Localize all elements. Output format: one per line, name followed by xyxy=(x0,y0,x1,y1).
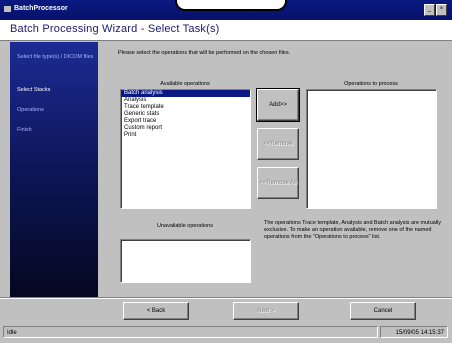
available-operation-item[interactable]: Print xyxy=(121,132,250,139)
available-operation-item[interactable]: Generic stats xyxy=(121,111,250,118)
minimize-button[interactable]: _ xyxy=(424,4,435,16)
remove-all-button[interactable]: <<Remove All xyxy=(257,167,299,199)
wizard-steps-sidebar: Select file type(s) / DICOM files Select… xyxy=(10,42,98,297)
wizard-header: Batch Processing Wizard - Select Task(s) xyxy=(0,20,452,41)
available-operation-item[interactable]: Trace template xyxy=(121,104,250,111)
app-icon[interactable] xyxy=(4,6,11,12)
operations-to-process-label: Operations to process xyxy=(306,81,436,87)
add-button[interactable]: Add>> xyxy=(256,88,300,122)
sidebar-item-finish[interactable]: Finish xyxy=(17,127,32,134)
status-bar: Idle 15/09/05 14:15:37 xyxy=(0,322,452,343)
window-title: BatchProcessor xyxy=(14,5,68,12)
unavailable-operations-label: Unavailable operations xyxy=(120,223,250,229)
sidebar-item-file-types[interactable]: Select file type(s) / DICOM files xyxy=(17,54,95,61)
footer-separator xyxy=(0,297,452,299)
status-timestamp: 15/09/05 14:15:37 xyxy=(380,326,448,338)
available-operation-item[interactable]: Custom report xyxy=(121,125,250,132)
top-tab-decoration xyxy=(175,0,287,11)
instruction-text: Please select the operations that will b… xyxy=(118,50,291,56)
sidebar-item-select-stacks[interactable]: Select Stacks xyxy=(17,87,50,94)
remove-button[interactable]: <<Remove xyxy=(257,128,299,160)
operations-to-process-list[interactable] xyxy=(306,89,437,209)
available-operation-item[interactable]: Analysis xyxy=(121,97,250,104)
close-button[interactable]: × xyxy=(436,4,447,16)
available-operations-label: Available operations xyxy=(120,81,250,87)
unavailable-operations-list[interactable] xyxy=(120,239,251,283)
status-message: Idle xyxy=(3,326,378,338)
next-button[interactable]: Next > xyxy=(233,302,299,320)
available-operation-item[interactable]: Export trace xyxy=(121,118,250,125)
wizard-title: Batch Processing Wizard - Select Task(s) xyxy=(10,23,220,35)
cancel-button[interactable]: Cancel xyxy=(350,302,416,320)
exclusivity-info-text: The operations Trace template, Analysis … xyxy=(264,220,442,240)
sidebar-item-operations[interactable]: Operations xyxy=(17,107,44,114)
available-operations-list[interactable]: Batch analysis Analysis Trace template Gene… xyxy=(120,89,251,209)
available-operation-item[interactable]: Batch analysis xyxy=(121,90,250,97)
back-button[interactable]: < Back xyxy=(123,302,189,320)
wizard-content: Please select the operations that will b… xyxy=(98,42,448,297)
